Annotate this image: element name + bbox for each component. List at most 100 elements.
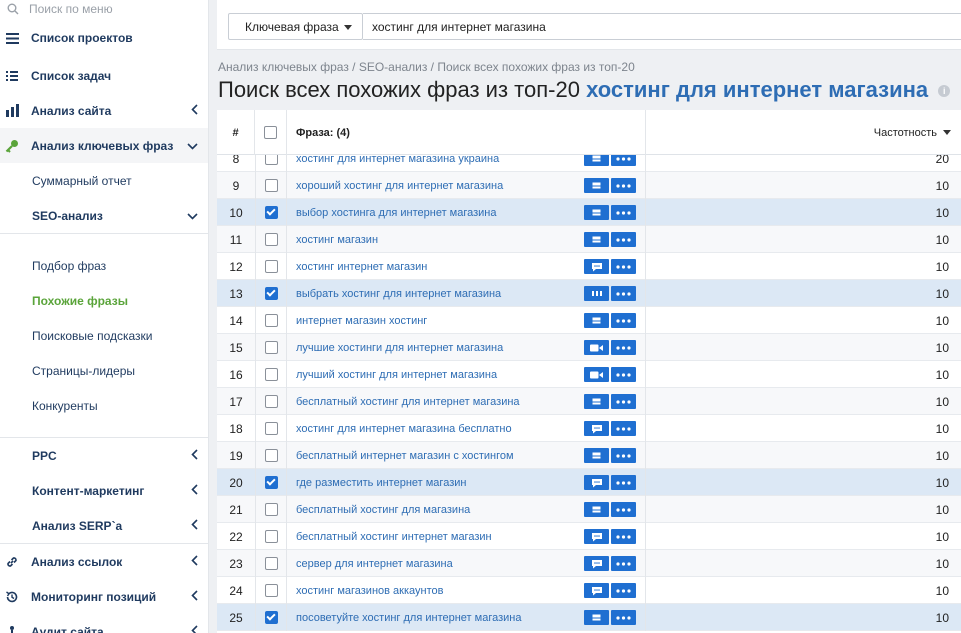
more-options-icon[interactable] [611,367,636,382]
table-row[interactable]: 15 лучшие хостинги для интернет магазина 1… [217,334,961,361]
table-row[interactable]: 14 интернет магазин хостинг 10 [217,307,961,334]
phrase-link[interactable]: хостинг магазин [296,226,378,253]
sidebar-sub-leader-pages[interactable]: Страницы-лидеры [0,353,208,388]
sidebar-sub-competitors[interactable]: Конкуренты [0,388,208,423]
sidebar-item-site-audit[interactable]: Аудит сайта [0,614,208,633]
table-row[interactable]: 16 лучший хостинг для интернет магазина 10 [217,361,961,388]
more-options-icon[interactable] [611,529,636,544]
row-checkbox[interactable] [264,530,278,543]
more-options-icon[interactable] [611,259,636,274]
select-all-checkbox[interactable] [264,126,277,139]
more-options-icon[interactable] [611,232,636,247]
chat-icon[interactable] [584,421,609,436]
more-options-icon[interactable] [611,502,636,517]
sidebar-sub-serp-analysis[interactable]: Анализ SERP`a [0,508,208,543]
columns-icon[interactable] [584,286,609,301]
phrase-link[interactable]: посоветуйте хостинг для интернет магазин… [296,604,521,631]
more-options-icon[interactable] [611,340,636,355]
table-row[interactable]: 22 бесплатный хостинг интернет магазин 10 [217,523,961,550]
table-row[interactable]: 19 бесплатный интернет магазин с хостинго… [217,442,961,469]
row-checkbox[interactable] [264,422,278,435]
phrase-link[interactable]: лучшие хостинги для интернет магазина [296,334,503,361]
table-icon[interactable] [584,205,609,220]
more-options-icon[interactable] [611,448,636,463]
sidebar-item-position-monitoring[interactable]: Мониторинг позиций [0,579,208,614]
sidebar-sub-search-suggestions[interactable]: Поисковые подсказки [0,318,208,353]
video-icon[interactable] [584,367,609,382]
table-row[interactable]: 25 посоветуйте хостинг для интернет магаз… [217,604,961,631]
phrase-link[interactable]: сервер для интернет магазина [296,550,453,577]
table-row[interactable]: 13 выбрать хостинг для интернет магазина 1… [217,280,961,307]
row-checkbox[interactable] [264,395,278,408]
sidebar-item-projects[interactable]: Список проектов [0,18,208,58]
table-row[interactable]: 9 хороший хостинг для интернет магазина 10 [217,172,961,199]
row-checkbox[interactable] [264,449,278,462]
table-icon[interactable] [584,448,609,463]
table-icon[interactable] [584,610,609,625]
phrase-link[interactable]: лучший хостинг для интернет магазина [296,361,497,388]
phrase-link[interactable]: интернет магазин хостинг [296,307,427,334]
phrase-link[interactable]: бесплатный хостинг для магазина [296,496,470,523]
table-icon[interactable] [584,178,609,193]
more-options-icon[interactable] [611,313,636,328]
chat-icon[interactable] [584,259,609,274]
phrase-link[interactable]: выбрать хостинг для интернет магазина [296,280,501,307]
video-icon[interactable] [584,340,609,355]
phrase-link[interactable]: выбор хостинга для интернет магазина [296,199,497,226]
more-options-icon[interactable] [611,556,636,571]
row-checkbox[interactable] [264,503,278,516]
table-row[interactable]: 18 хостинг для интернет магазина бесплатн… [217,415,961,442]
more-options-icon[interactable] [611,610,636,625]
phrase-link[interactable]: хостинг магазинов аккаунтов [296,577,443,604]
table-row[interactable]: 24 хостинг магазинов аккаунтов 10 [217,577,961,604]
more-options-icon[interactable] [611,205,636,220]
sidebar-sub-seo-analysis[interactable]: SEO-анализ [0,198,208,233]
phrase-link[interactable]: бесплатный хостинг интернет магазин [296,523,492,550]
sidebar-sub-ppc[interactable]: PPC [0,438,208,473]
table-icon[interactable] [584,232,609,247]
more-options-icon[interactable] [611,421,636,436]
phrase-link[interactable]: хостинг интернет магазин [296,253,427,280]
menu-search[interactable]: Поиск по меню [0,0,208,18]
chat-icon[interactable] [584,583,609,598]
more-options-icon[interactable] [611,394,636,409]
more-options-icon[interactable] [611,583,636,598]
phrase-link[interactable]: хороший хостинг для интернет магазина [296,172,503,199]
row-checkbox[interactable] [264,476,278,489]
table-row[interactable]: 11 хостинг магазин 10 [217,226,961,253]
phrase-link[interactable]: хостинг для интернет магазина бесплатно [296,415,512,442]
info-icon[interactable]: i [938,85,951,98]
table-row[interactable]: 23 сервер для интернет магазина 10 [217,550,961,577]
sidebar-sub-summary[interactable]: Суммарный отчет [0,163,208,198]
row-checkbox[interactable] [264,287,278,300]
chat-icon[interactable] [584,556,609,571]
table-icon[interactable] [584,502,609,517]
sidebar-item-tasks[interactable]: Список задач [0,58,208,93]
row-checkbox[interactable] [264,206,278,219]
chat-icon[interactable] [584,529,609,544]
phrase-link[interactable]: бесплатный хостинг для интернет магазина [296,388,520,415]
sidebar-item-site-analysis[interactable]: Анализ сайта [0,93,208,128]
row-checkbox[interactable] [264,341,278,354]
table-row[interactable]: 12 хостинг интернет магазин 10 [217,253,961,280]
row-checkbox[interactable] [264,233,278,246]
chat-icon[interactable] [584,475,609,490]
sidebar-sub-similar-phrases[interactable]: Похожие фразы [0,283,208,318]
table-row[interactable]: 17 бесплатный хостинг для интернет магази… [217,388,961,415]
table-icon[interactable] [584,394,609,409]
table-row[interactable]: 10 выбор хостинга для интернет магазина 10 [217,199,961,226]
more-options-icon[interactable] [611,178,636,193]
table-row[interactable]: 21 бесплатный хостинг для магазина 10 [217,496,961,523]
table-row[interactable]: 20 где разместить интернет магазин 10 [217,469,961,496]
table-icon[interactable] [584,313,609,328]
sidebar-sub-content-marketing[interactable]: Контент-маркетинг [0,473,208,508]
row-checkbox[interactable] [264,260,278,273]
row-checkbox[interactable] [264,368,278,381]
more-options-icon[interactable] [611,286,636,301]
more-options-icon[interactable] [611,475,636,490]
row-checkbox[interactable] [264,584,278,597]
row-checkbox[interactable] [264,314,278,327]
sidebar-item-keyword-analysis[interactable]: Анализ ключевых фраз [0,128,208,163]
row-checkbox[interactable] [264,179,278,192]
sidebar-sub-phrase-selection[interactable]: Подбор фраз [0,248,208,283]
